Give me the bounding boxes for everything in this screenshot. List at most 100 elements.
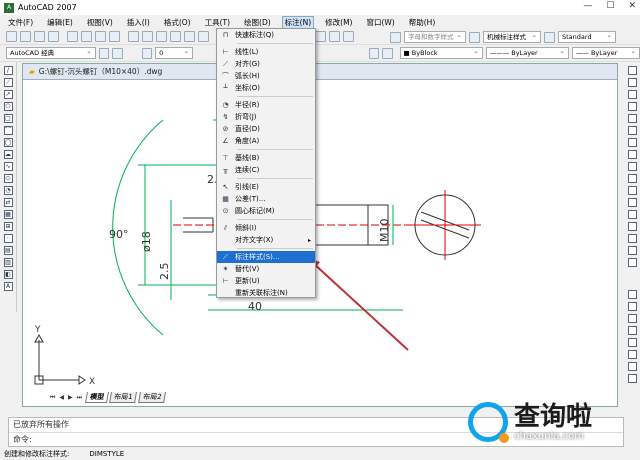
menu-8[interactable]: 修改(M)	[323, 17, 354, 28]
draw-tool-icon[interactable]: ◧	[3, 270, 13, 279]
draw-tool-icon[interactable]: ▤	[3, 246, 13, 255]
drawing-canvas[interactable]: 90° ø18 2.5 M10 5 3 2. 40 X Y	[23, 80, 617, 406]
menu-3[interactable]: 插入(I)	[125, 17, 152, 28]
toolbar-button-icon[interactable]	[81, 31, 92, 42]
menu-2[interactable]: 视图(V)	[85, 17, 115, 28]
menu-7[interactable]: 标注(N)	[281, 15, 315, 29]
workspace-select[interactable]: AutoCAD 经典	[6, 46, 96, 59]
modify-tool-icon[interactable]	[627, 162, 637, 171]
modify-tool-icon[interactable]	[627, 102, 637, 111]
maximize-button[interactable]: ☐	[606, 1, 614, 11]
minimize-button[interactable]: —	[583, 1, 592, 11]
draw-tool-icon[interactable]: ▦	[3, 210, 13, 219]
modify-tool-icon[interactable]	[627, 138, 637, 147]
menu-item[interactable]: ↖ 引线(E)	[217, 181, 315, 193]
menu-item[interactable]: ⊙ 圆心标记(M)	[217, 205, 315, 217]
last-tab-button[interactable]: ⏭	[77, 394, 82, 402]
toolbar-button-icon[interactable]	[170, 31, 181, 42]
layer-state-icon[interactable]	[141, 47, 153, 59]
menu-item[interactable]: ▦ 公差(T)...	[217, 193, 315, 205]
menu-5[interactable]: 工具(T)	[203, 17, 232, 28]
menu-item[interactable]: ◔ 半径(R)	[217, 99, 315, 111]
draw-tool-icon[interactable]: ◯	[3, 138, 13, 147]
toolbar-button-icon[interactable]	[156, 31, 167, 42]
tab-layout1[interactable]: 布局1	[109, 392, 138, 403]
toolbar-button-icon[interactable]	[109, 31, 120, 42]
dim-style-icon[interactable]	[469, 31, 480, 43]
menu-item[interactable]: ┴ 坐标(O)	[217, 82, 315, 94]
menu-9[interactable]: 窗口(W)	[364, 17, 396, 28]
menu-10[interactable]: 帮助(H)	[407, 17, 438, 28]
modify-tool-icon[interactable]	[627, 350, 637, 359]
menu-item[interactable]: 对齐文字(X) ▸	[217, 234, 315, 246]
modify-tool-icon[interactable]	[627, 246, 637, 255]
modify-tool-icon[interactable]	[627, 114, 637, 123]
toolbar-button-icon[interactable]	[67, 31, 78, 42]
modify-tool-icon[interactable]	[627, 290, 637, 299]
menu-item[interactable]: ⊓ 快速标注(Q)	[217, 29, 315, 41]
menu-item[interactable]: ⊢ 线性(L)	[217, 46, 315, 58]
toolbar-button-icon[interactable]	[184, 31, 195, 42]
draw-tool-icon[interactable]: ☁	[3, 150, 13, 159]
toolbar-button-icon[interactable]	[20, 31, 31, 42]
toolbar-button-icon[interactable]	[48, 31, 59, 42]
menu-4[interactable]: 格式(O)	[162, 17, 193, 28]
dim-style-select[interactable]: 机械标注样式	[483, 30, 541, 43]
close-button[interactable]: ✕	[628, 1, 636, 11]
draw-tool-icon[interactable]: □	[3, 114, 13, 123]
menu-item[interactable]: ∠ 角度(A)	[217, 135, 315, 147]
modify-tool-icon[interactable]	[627, 338, 637, 347]
text-style-select[interactable]: 字母和数字样式	[404, 30, 466, 43]
next-tab-button[interactable]: ▶	[68, 394, 73, 401]
draw-tool-icon[interactable]: ⟋	[3, 78, 13, 87]
modify-tool-icon[interactable]	[627, 234, 637, 243]
tab-layout2[interactable]: 布局2	[137, 392, 166, 403]
modify-tool-icon[interactable]	[627, 326, 637, 335]
draw-tool-icon[interactable]: ⌒	[3, 126, 13, 135]
modify-tool-icon[interactable]	[627, 174, 637, 183]
layer-manager-icon[interactable]	[112, 47, 123, 59]
menu-item[interactable]: ⊘ 直径(D)	[217, 123, 315, 135]
menu-item[interactable]: 重新关联标注(N)	[217, 287, 315, 299]
workspace-settings-icon[interactable]	[98, 47, 110, 59]
prev-tab-button[interactable]: ◀	[59, 394, 64, 401]
draw-tool-icon[interactable]: ⬠	[3, 102, 13, 111]
toolbar-button-icon[interactable]	[34, 31, 45, 42]
drawing-window[interactable]: ▰ G:\螺钉-沉头螺钉（M10×40）.dwg 90° ø18 2.5 M10…	[22, 63, 618, 407]
modify-tool-icon[interactable]	[627, 78, 637, 87]
modify-tool-icon[interactable]	[627, 258, 637, 267]
toolbar-button-icon[interactable]	[142, 31, 153, 42]
modify-tool-icon[interactable]	[627, 90, 637, 99]
modify-tool-icon[interactable]	[627, 186, 637, 195]
menu-1[interactable]: 编辑(E)	[45, 17, 75, 28]
table-style-icon[interactable]	[544, 31, 555, 43]
make-current-icon[interactable]	[368, 47, 380, 59]
draw-tool-icon[interactable]: ▥	[3, 258, 13, 267]
menu-item[interactable]: ⟋ 标注样式(S)...	[217, 251, 315, 263]
menu-6[interactable]: 绘图(D)	[242, 17, 273, 28]
color-select[interactable]: ■ ByBlock	[399, 46, 483, 59]
modify-tool-icon[interactable]	[627, 198, 637, 207]
menu-item[interactable]: ⟋ 对齐(G)	[217, 58, 315, 70]
layer-previous-icon[interactable]	[382, 47, 393, 59]
draw-tool-icon[interactable]: ↗	[3, 90, 13, 99]
draw-tool-icon[interactable]: ⇄	[3, 198, 13, 207]
lineweight-select[interactable]: —— ByLayer	[571, 46, 640, 59]
modify-tool-icon[interactable]	[627, 66, 637, 75]
table-style-select[interactable]: Standard	[558, 30, 616, 43]
tab-model[interactable]: 模型	[85, 392, 110, 403]
draw-tool-icon[interactable]: ⬭	[3, 174, 13, 183]
linetype-select[interactable]: ——— ByLayer	[485, 46, 569, 59]
draw-tool-icon[interactable]: ◔	[3, 186, 13, 195]
draw-tool-icon[interactable]: ∿	[3, 162, 13, 171]
modify-tool-icon[interactable]	[627, 210, 637, 219]
menu-item[interactable]: ⌒ 弧长(H)	[217, 70, 315, 82]
draw-tool-icon[interactable]: ⊞	[3, 222, 13, 231]
modify-tool-icon[interactable]	[627, 222, 637, 231]
modify-tool-icon[interactable]	[627, 126, 637, 135]
modify-tool-icon[interactable]	[627, 314, 637, 323]
toolbar-button-icon[interactable]	[329, 31, 340, 42]
draw-tool-icon[interactable]: ⋅	[3, 234, 13, 243]
modify-tool-icon[interactable]	[627, 150, 637, 159]
modify-tool-icon[interactable]	[627, 302, 637, 311]
